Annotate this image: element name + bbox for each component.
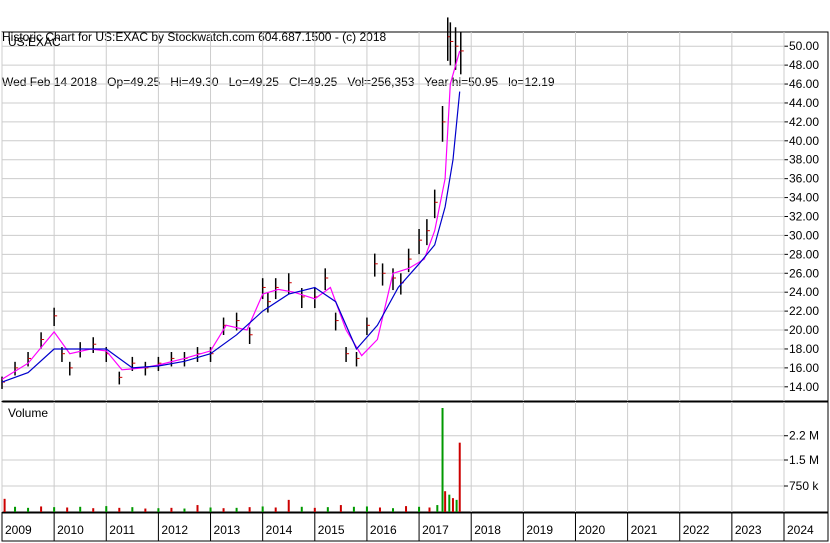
volume-bar bbox=[458, 442, 461, 512]
volume-bar bbox=[448, 494, 451, 512]
volume-bar bbox=[14, 506, 17, 512]
price-tick-label: 18.00 bbox=[789, 342, 819, 356]
price-tick-label: 36.00 bbox=[789, 172, 819, 186]
x-tick-label: 2018 bbox=[474, 523, 501, 537]
volume-tick-label: 1.5 M bbox=[789, 453, 819, 467]
volume-bar bbox=[196, 505, 199, 512]
volume-bar bbox=[3, 498, 6, 512]
price-tick-label: 20.00 bbox=[789, 323, 819, 337]
x-tick-label: 2014 bbox=[266, 523, 293, 537]
price-tick-label: 40.00 bbox=[789, 134, 819, 148]
volume-bar bbox=[79, 506, 82, 512]
volume-bar bbox=[451, 498, 454, 512]
volume-bar bbox=[418, 506, 421, 512]
price-tick-label: 44.00 bbox=[789, 96, 819, 110]
volume-bar bbox=[339, 505, 342, 512]
price-tick-label: 42.00 bbox=[789, 115, 819, 129]
x-tick-label: 2016 bbox=[370, 523, 397, 537]
volume-bar bbox=[405, 506, 408, 512]
volume-bar bbox=[92, 508, 95, 512]
volume-bar bbox=[248, 507, 251, 512]
volume-panel: 750 k 1.5 M 2.2 M Volume bbox=[1, 401, 829, 513]
price-tick-label: 46.00 bbox=[789, 77, 819, 91]
volume-bar bbox=[170, 507, 173, 512]
volume-bar bbox=[428, 507, 431, 512]
price-tick-label: 38.00 bbox=[789, 153, 819, 167]
x-tick-label: 2021 bbox=[631, 523, 658, 537]
x-tick-label: 2015 bbox=[318, 523, 345, 537]
price-panel: 14.00 16.00 18.00 20.00 22.00 24.00 26.00 28.00… bbox=[1, 17, 829, 513]
x-tick-label: 2019 bbox=[526, 523, 553, 537]
price-tick-label: 14.00 bbox=[789, 380, 819, 394]
volume-bar bbox=[222, 508, 225, 512]
volume-bar bbox=[157, 508, 160, 512]
x-tick-label: 2012 bbox=[161, 523, 188, 537]
volume-bar bbox=[365, 506, 368, 512]
price-panel-title: US:EXAC bbox=[8, 35, 61, 49]
price-tick-label: 50.00 bbox=[789, 39, 819, 53]
price-tick-label: 30.00 bbox=[789, 228, 819, 242]
volume-bar bbox=[300, 506, 303, 512]
volume-bar bbox=[441, 408, 444, 512]
volume-bar bbox=[455, 499, 458, 512]
volume-bar bbox=[444, 491, 447, 512]
x-tick-label: 2011 bbox=[109, 523, 135, 537]
volume-bar bbox=[183, 508, 186, 512]
price-tick-label: 48.00 bbox=[789, 58, 819, 72]
x-tick-label: 2017 bbox=[422, 523, 449, 537]
volume-panel-title: Volume bbox=[8, 406, 48, 420]
volume-tick-label: 2.2 M bbox=[789, 429, 819, 443]
volume-bar bbox=[436, 505, 439, 512]
price-tick-label: 34.00 bbox=[789, 191, 819, 205]
volume-bar bbox=[274, 507, 277, 512]
x-tick-label: 2023 bbox=[735, 523, 762, 537]
volume-bar bbox=[209, 507, 212, 512]
volume-bar bbox=[235, 507, 238, 512]
x-tick-label: 2020 bbox=[578, 523, 605, 537]
x-tick-label: 2022 bbox=[683, 523, 710, 537]
volume-tick-label: 750 k bbox=[789, 479, 819, 493]
x-tick-label: 2024 bbox=[787, 523, 814, 537]
volume-bar bbox=[261, 506, 264, 512]
x-tick-label: 2010 bbox=[57, 523, 84, 537]
price-tick-label: 16.00 bbox=[789, 361, 819, 375]
volume-bar bbox=[40, 506, 43, 512]
volume-frame bbox=[1, 401, 829, 513]
price-tick-label: 28.00 bbox=[789, 247, 819, 261]
price-tick-label: 26.00 bbox=[789, 266, 819, 280]
x-axis: 2009 2010 2011 2012 2013 2014 2015 2016 2017 2018… bbox=[1, 512, 829, 542]
volume-bar bbox=[352, 506, 355, 512]
volume-bar bbox=[326, 507, 329, 512]
volume-bar bbox=[66, 507, 69, 512]
volume-bar bbox=[131, 507, 134, 512]
volume-bar bbox=[313, 507, 316, 512]
volume-bar bbox=[27, 507, 30, 512]
x-tick-label: 2013 bbox=[214, 523, 241, 537]
volume-bar bbox=[378, 507, 381, 512]
volume-bar bbox=[118, 507, 121, 512]
volume-bar bbox=[105, 506, 108, 512]
price-tick-label: 32.00 bbox=[789, 210, 819, 224]
price-tick-label: 22.00 bbox=[789, 304, 819, 318]
moving-average-long-line bbox=[1, 91, 461, 383]
x-tick-label: 2009 bbox=[5, 523, 32, 537]
volume-bar bbox=[144, 508, 147, 512]
volume-bar bbox=[53, 507, 56, 512]
price-tick-label: 24.00 bbox=[789, 285, 819, 299]
volume-bar bbox=[287, 499, 290, 512]
chart-canvas: 14.00 16.00 18.00 20.00 22.00 24.00 26.00 28.00… bbox=[1, 17, 829, 542]
volume-bar bbox=[392, 508, 394, 512]
